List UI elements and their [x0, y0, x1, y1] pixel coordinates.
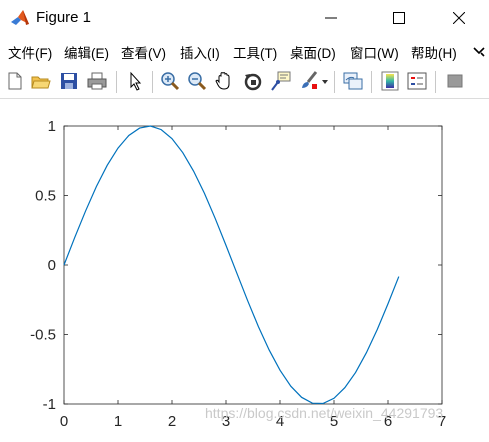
- y-tick-label: 0: [48, 257, 56, 274]
- menu-item[interactable]: 编辑(E): [64, 42, 109, 62]
- toolbar: [0, 66, 489, 99]
- new-figure-icon[interactable]: [4, 70, 26, 92]
- print-icon[interactable]: [86, 70, 108, 92]
- x-tick-label: 2: [168, 413, 176, 430]
- minimize-button[interactable]: [308, 0, 354, 36]
- watermark-text: https://blog.csdn.net/weixin_44291793: [205, 405, 444, 421]
- save-icon[interactable]: [58, 70, 80, 92]
- plot-area: 0 1 2 3 4 5 6 710.50-0.5-1: [30, 118, 446, 430]
- edit-plot-icon[interactable]: [124, 70, 146, 92]
- axes-box: [63, 125, 443, 405]
- menu-item[interactable]: 插入(I): [180, 42, 220, 62]
- menu-overflow-icon[interactable]: [472, 44, 486, 58]
- menu-item[interactable]: 文件(F): [8, 42, 52, 62]
- insert-colorbar-icon[interactable]: [379, 70, 401, 92]
- y-tick-label: 1: [48, 118, 56, 135]
- zoom-out-icon[interactable]: [186, 70, 208, 92]
- menu-item[interactable]: 帮助(H): [411, 42, 457, 62]
- menu-item[interactable]: 工具(T): [233, 42, 277, 62]
- hide-plot-tools-icon[interactable]: [444, 70, 466, 92]
- zoom-in-icon[interactable]: [159, 70, 181, 92]
- menu-item[interactable]: 窗口(W): [350, 42, 399, 62]
- y-tick-label: -1: [43, 396, 56, 413]
- insert-legend-icon[interactable]: [406, 70, 428, 92]
- menu-bar: 文件(F) 编辑(E) 查看(V) 插入(I) 工具(T) 桌面(D) 窗口(W) 帮助(H): [0, 38, 489, 64]
- figure-canvas: 0 1 2 3 4 5 6 7 1 0.5 0 -0.5 -1: [0, 100, 489, 437]
- matlab-icon: [10, 8, 30, 28]
- window-title: Figure 1: [36, 9, 92, 26]
- title-bar: Figure 1: [0, 0, 489, 36]
- link-plot-icon[interactable]: [342, 70, 364, 92]
- menu-item[interactable]: 查看(V): [121, 42, 166, 62]
- brush-icon[interactable]: [298, 70, 320, 92]
- rotate-3d-icon[interactable]: [242, 70, 264, 92]
- x-tick-label: 0: [60, 413, 68, 430]
- minimize-icon: [325, 17, 337, 19]
- x-tick-label: 1: [114, 413, 122, 430]
- open-file-icon[interactable]: [30, 70, 52, 92]
- y-tick-label: -0.5: [30, 327, 56, 344]
- menu-item[interactable]: 桌面(D): [290, 42, 336, 62]
- maximize-icon: [393, 12, 405, 24]
- brush-dropdown-icon[interactable]: [322, 80, 328, 85]
- data-cursor-icon[interactable]: [270, 70, 292, 92]
- y-tick-label: 0.5: [35, 188, 56, 205]
- maximize-button[interactable]: [376, 0, 422, 36]
- close-icon: [453, 12, 465, 24]
- pan-icon[interactable]: [213, 70, 235, 92]
- close-button[interactable]: [436, 0, 482, 36]
